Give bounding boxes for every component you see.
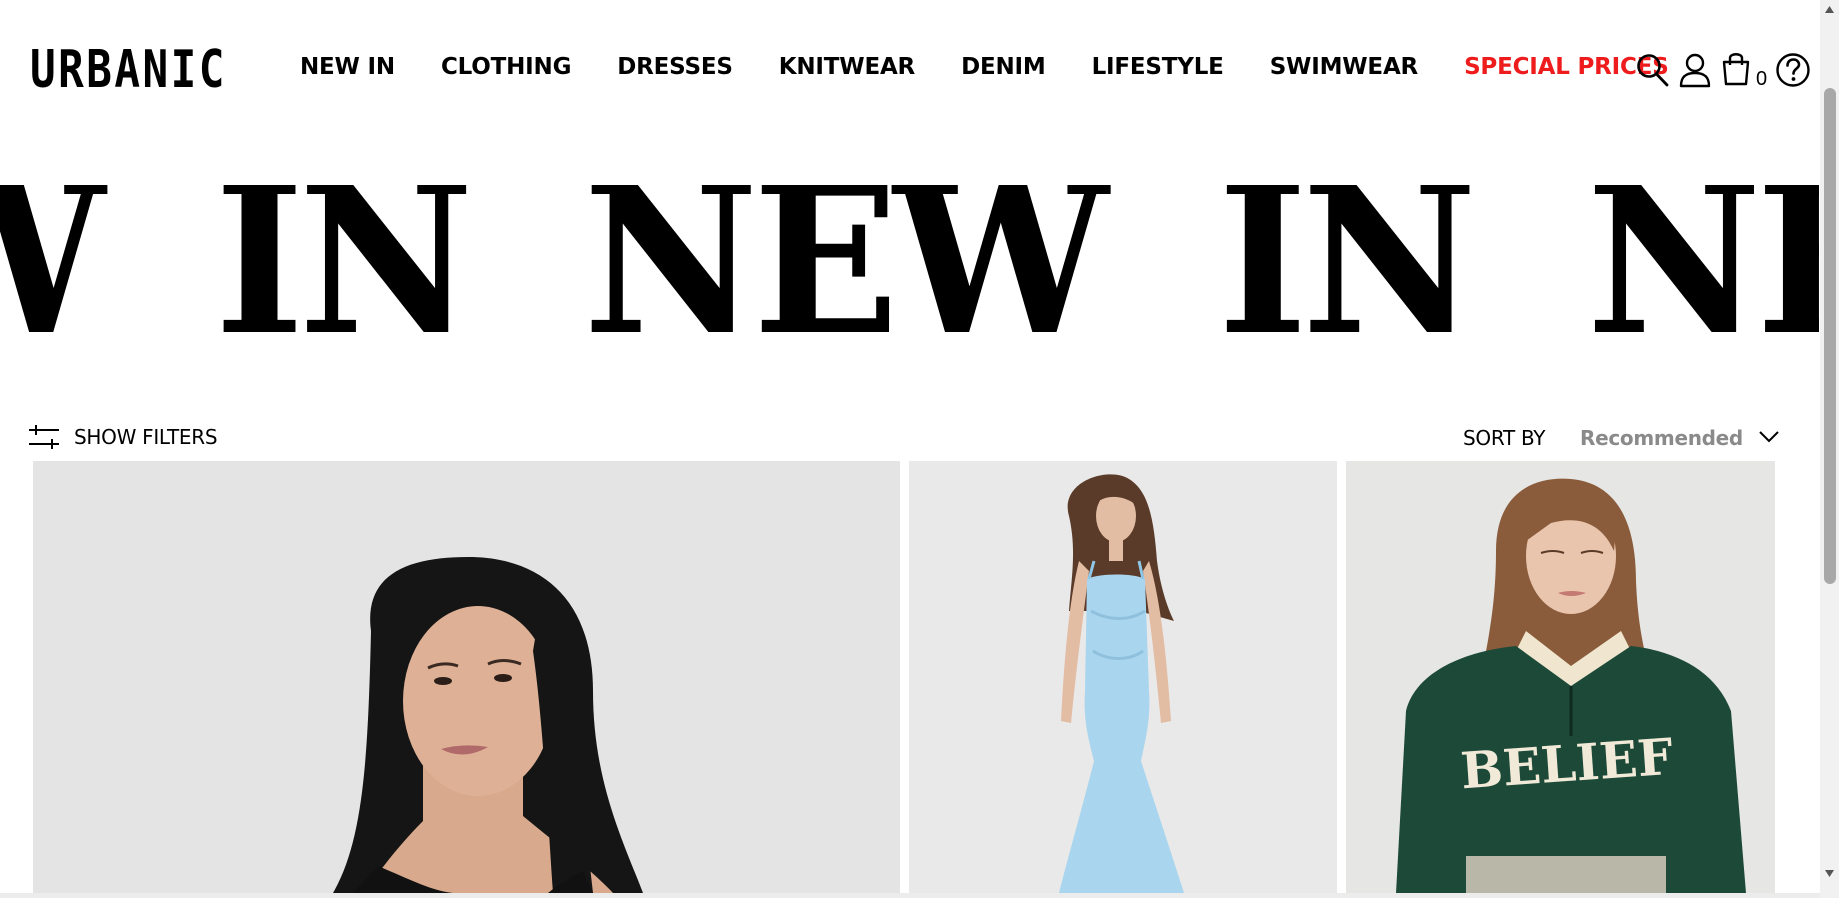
banner-word: NEW bbox=[1586, 185, 1819, 365]
listing-toolbar: SHOW FILTERS SORT BY Recommended bbox=[0, 418, 1819, 458]
chevron-down-icon bbox=[1759, 431, 1779, 443]
product-card[interactable] bbox=[909, 461, 1337, 893]
nav-item-clothing[interactable]: CLOTHING bbox=[441, 54, 571, 80]
bottom-edge bbox=[0, 893, 1820, 898]
cart-count-badge: 0 bbox=[1756, 68, 1768, 90]
banner-text: W IN NEW IN NEW I bbox=[0, 185, 1819, 363]
scroll-down-arrow-icon[interactable] bbox=[1824, 868, 1835, 879]
show-filters-label: SHOW FILTERS bbox=[74, 425, 218, 449]
banner-word: NEW bbox=[583, 185, 1108, 365]
shopping-bag-icon bbox=[1722, 53, 1750, 86]
filter-sliders-icon bbox=[29, 425, 59, 449]
product-card[interactable]: BELIEF bbox=[1346, 461, 1775, 893]
sort-by-label: SORT BY bbox=[1463, 426, 1546, 450]
main-nav: NEW IN CLOTHING DRESSES KNITWEAR DENIM L… bbox=[300, 54, 1669, 80]
nav-item-knitwear[interactable]: KNITWEAR bbox=[779, 54, 916, 80]
user-icon bbox=[1679, 53, 1711, 88]
sort-dropdown[interactable]: Recommended bbox=[1578, 422, 1780, 454]
nav-item-dresses[interactable]: DRESSES bbox=[617, 54, 733, 80]
banner-word: W bbox=[0, 185, 105, 365]
page-scrollbar[interactable] bbox=[1820, 0, 1839, 898]
scrollbar-thumb[interactable] bbox=[1824, 88, 1836, 584]
cart-button[interactable] bbox=[1721, 50, 1757, 90]
search-icon bbox=[1637, 54, 1669, 87]
nav-item-lifestyle[interactable]: LIFESTYLE bbox=[1092, 54, 1224, 80]
product-image: BELIEF bbox=[1346, 461, 1775, 893]
banner-word: IN bbox=[1217, 185, 1477, 365]
account-button[interactable] bbox=[1678, 52, 1714, 92]
nav-item-denim[interactable]: DENIM bbox=[961, 54, 1046, 80]
scroll-up-arrow-icon[interactable] bbox=[1824, 4, 1835, 15]
show-filters-button[interactable]: SHOW FILTERS bbox=[28, 424, 218, 450]
nav-item-swimwear[interactable]: SWIMWEAR bbox=[1270, 54, 1419, 80]
help-button[interactable] bbox=[1775, 52, 1811, 92]
product-image bbox=[909, 461, 1337, 893]
nav-item-new-in[interactable]: NEW IN bbox=[300, 54, 395, 80]
search-button[interactable] bbox=[1636, 52, 1672, 92]
banner-word: IN bbox=[214, 185, 474, 365]
product-card[interactable] bbox=[33, 461, 900, 893]
product-image bbox=[33, 461, 900, 893]
site-header: URBANIC NEW IN CLOTHING DRESSES KNITWEAR… bbox=[0, 0, 1819, 142]
brand-logo[interactable]: URBANIC bbox=[30, 44, 227, 96]
sort-selected-value: Recommended bbox=[1580, 426, 1743, 450]
help-icon bbox=[1776, 53, 1810, 87]
new-in-banner: W IN NEW IN NEW I bbox=[0, 185, 1819, 365]
